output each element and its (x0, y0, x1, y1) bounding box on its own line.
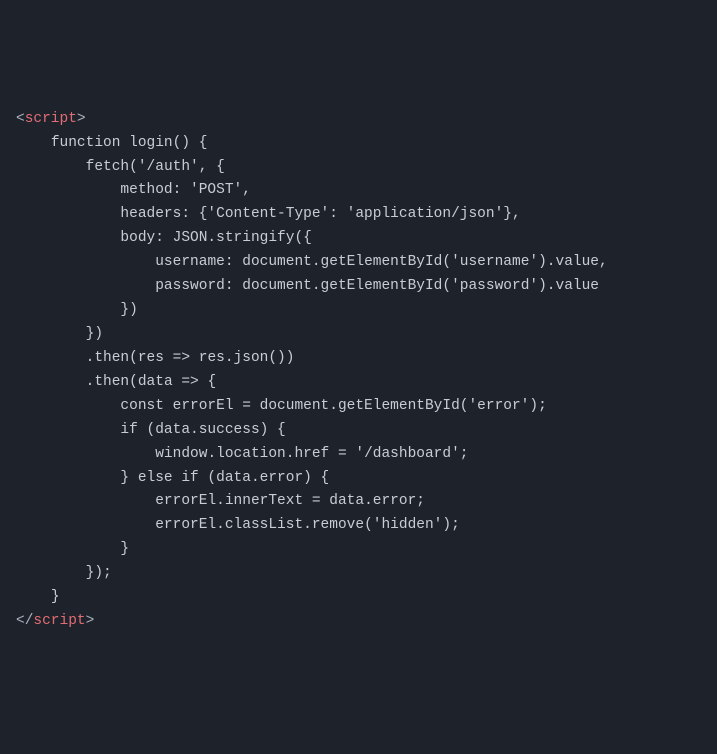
code-line-13: if (data.success) { (16, 419, 701, 443)
code-editor-content: <script> function login() { fetch('/auth… (16, 108, 701, 634)
code-token: errorEl.innerText = data.error; (155, 493, 425, 509)
code-token: } (51, 589, 60, 605)
code-token: } (120, 541, 129, 557)
code-line-4: headers: {'Content-Type': 'application/j… (16, 203, 701, 227)
code-line-12: const errorEl = document.getElementById(… (16, 395, 701, 419)
code-line-7: password: document.getElementById('passw… (16, 275, 701, 299)
code-line-8: }) (16, 299, 701, 323)
code-line-10: .then(res => res.json()) (16, 347, 701, 371)
code-line-20: } (16, 586, 701, 610)
code-token: .then(data => { (86, 374, 217, 390)
code-token: errorEl.classList.remove('hidden'); (155, 517, 460, 533)
code-line-18: } (16, 538, 701, 562)
code-token: </ (16, 613, 33, 629)
code-token: const errorEl = document.getElementById(… (120, 398, 546, 414)
code-token: method: 'POST', (120, 182, 251, 198)
code-line-19: }); (16, 562, 701, 586)
code-token: }); (86, 565, 112, 581)
code-line-5: body: JSON.stringify({ (16, 227, 701, 251)
code-token: script (33, 613, 85, 629)
code-line-3: method: 'POST', (16, 179, 701, 203)
code-token: if (data.success) { (120, 422, 285, 438)
code-line-11: .then(data => { (16, 371, 701, 395)
code-token: function login() { (51, 135, 208, 151)
code-line-0: <script> (16, 108, 701, 132)
code-token: password: document.getElementById('passw… (155, 278, 599, 294)
code-token: }) (86, 326, 103, 342)
code-token: body: JSON.stringify({ (120, 230, 311, 246)
code-token: fetch('/auth', { (86, 159, 225, 175)
code-token: > (77, 111, 86, 127)
code-line-17: errorEl.classList.remove('hidden'); (16, 514, 701, 538)
code-token: username: document.getElementById('usern… (155, 254, 607, 270)
code-line-9: }) (16, 323, 701, 347)
code-line-1: function login() { (16, 132, 701, 156)
code-line-2: fetch('/auth', { (16, 156, 701, 180)
code-token: } else if (data.error) { (120, 470, 329, 486)
code-line-6: username: document.getElementById('usern… (16, 251, 701, 275)
code-line-14: window.location.href = '/dashboard'; (16, 443, 701, 467)
code-token: < (16, 111, 25, 127)
code-token: }) (120, 302, 137, 318)
code-token: .then(res => res.json()) (86, 350, 295, 366)
code-token: headers: {'Content-Type': 'application/j… (120, 206, 520, 222)
code-token: script (25, 111, 77, 127)
code-token: window.location.href = '/dashboard'; (155, 446, 468, 462)
code-line-21: </script> (16, 610, 701, 634)
code-token: > (86, 613, 95, 629)
code-line-16: errorEl.innerText = data.error; (16, 490, 701, 514)
code-line-15: } else if (data.error) { (16, 467, 701, 491)
